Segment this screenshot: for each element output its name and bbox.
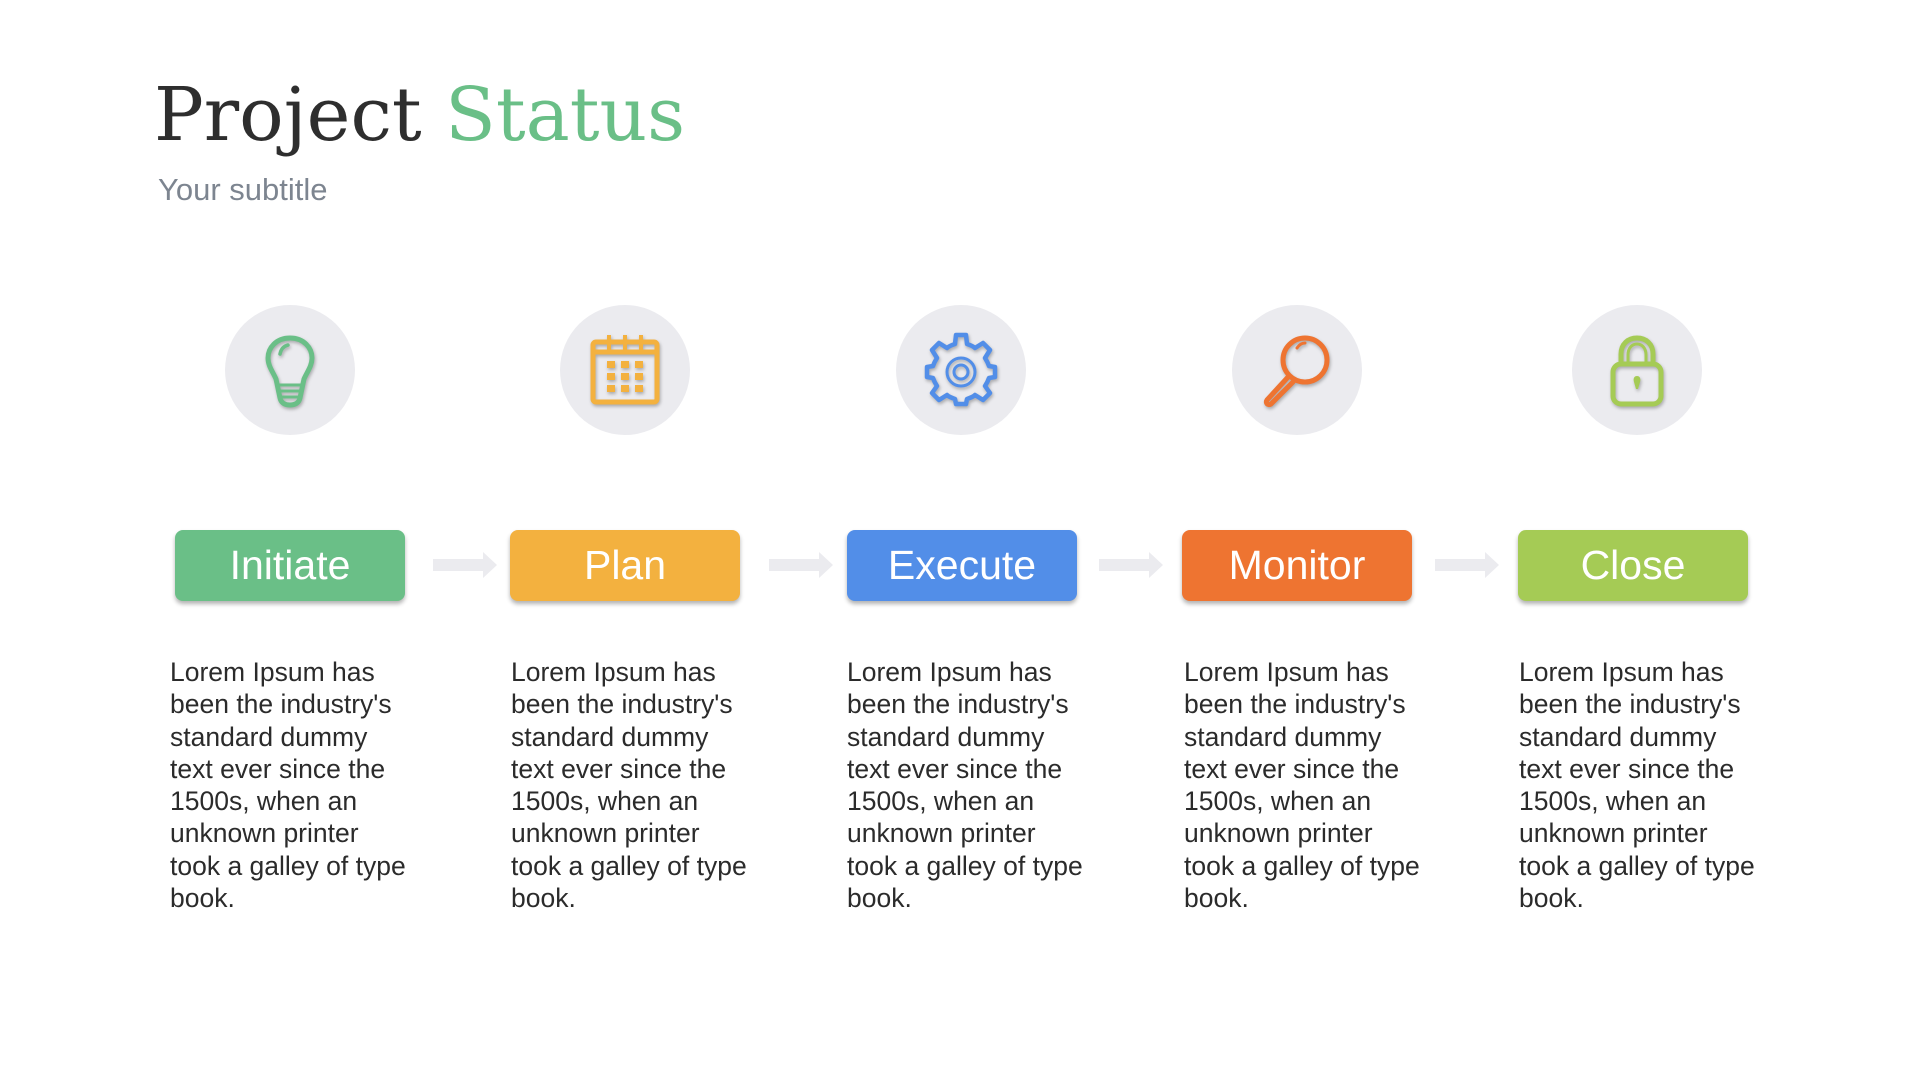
page-subtitle: Your subtitle	[158, 172, 328, 207]
stage-description-close: Lorem Ipsum has been the industry's stan…	[1519, 657, 1755, 914]
page-title: Project Status	[154, 72, 685, 158]
stage-label: Monitor	[1228, 542, 1366, 588]
magnifier-icon	[1263, 335, 1330, 408]
stage-label: Close	[1580, 542, 1686, 588]
arrow-right-icon	[433, 552, 497, 578]
calendar-icon	[590, 335, 660, 405]
padlock-icon	[1610, 335, 1664, 407]
stage-icon-circle-close	[1572, 305, 1702, 435]
stage-description-monitor: Lorem Ipsum has been the industry's stan…	[1184, 657, 1420, 914]
stage-description-initiate: Lorem Ipsum has been the industry's stan…	[170, 657, 406, 914]
stage-description-plan: Lorem Ipsum has been the industry's stan…	[511, 657, 747, 914]
stage-icon-circle-initiate	[225, 305, 355, 435]
stage-button-close[interactable]: Close	[1518, 530, 1748, 601]
stage-description-execute: Lorem Ipsum has been the industry's stan…	[847, 657, 1083, 914]
lightbulb-icon	[265, 335, 315, 408]
stage-button-initiate[interactable]: Initiate	[175, 530, 405, 601]
arrow-right-icon	[1099, 552, 1163, 578]
stage-icon-circle-plan	[560, 305, 690, 435]
stage-label: Plan	[583, 542, 667, 588]
gear-icon	[924, 332, 998, 407]
title-main: Project	[154, 72, 422, 158]
arrow-right-icon	[1435, 552, 1499, 578]
stage-label: Execute	[887, 542, 1037, 588]
stage-icon-circle-execute	[896, 305, 1026, 435]
arrow-right-icon	[769, 552, 833, 578]
stage-icon-circle-monitor	[1232, 305, 1362, 435]
stage-label: Initiate	[229, 542, 351, 588]
stage-button-monitor[interactable]: Monitor	[1182, 530, 1412, 601]
title-accent: Status	[445, 72, 686, 158]
stage-button-plan[interactable]: Plan	[510, 530, 740, 601]
stage-button-execute[interactable]: Execute	[847, 530, 1077, 601]
